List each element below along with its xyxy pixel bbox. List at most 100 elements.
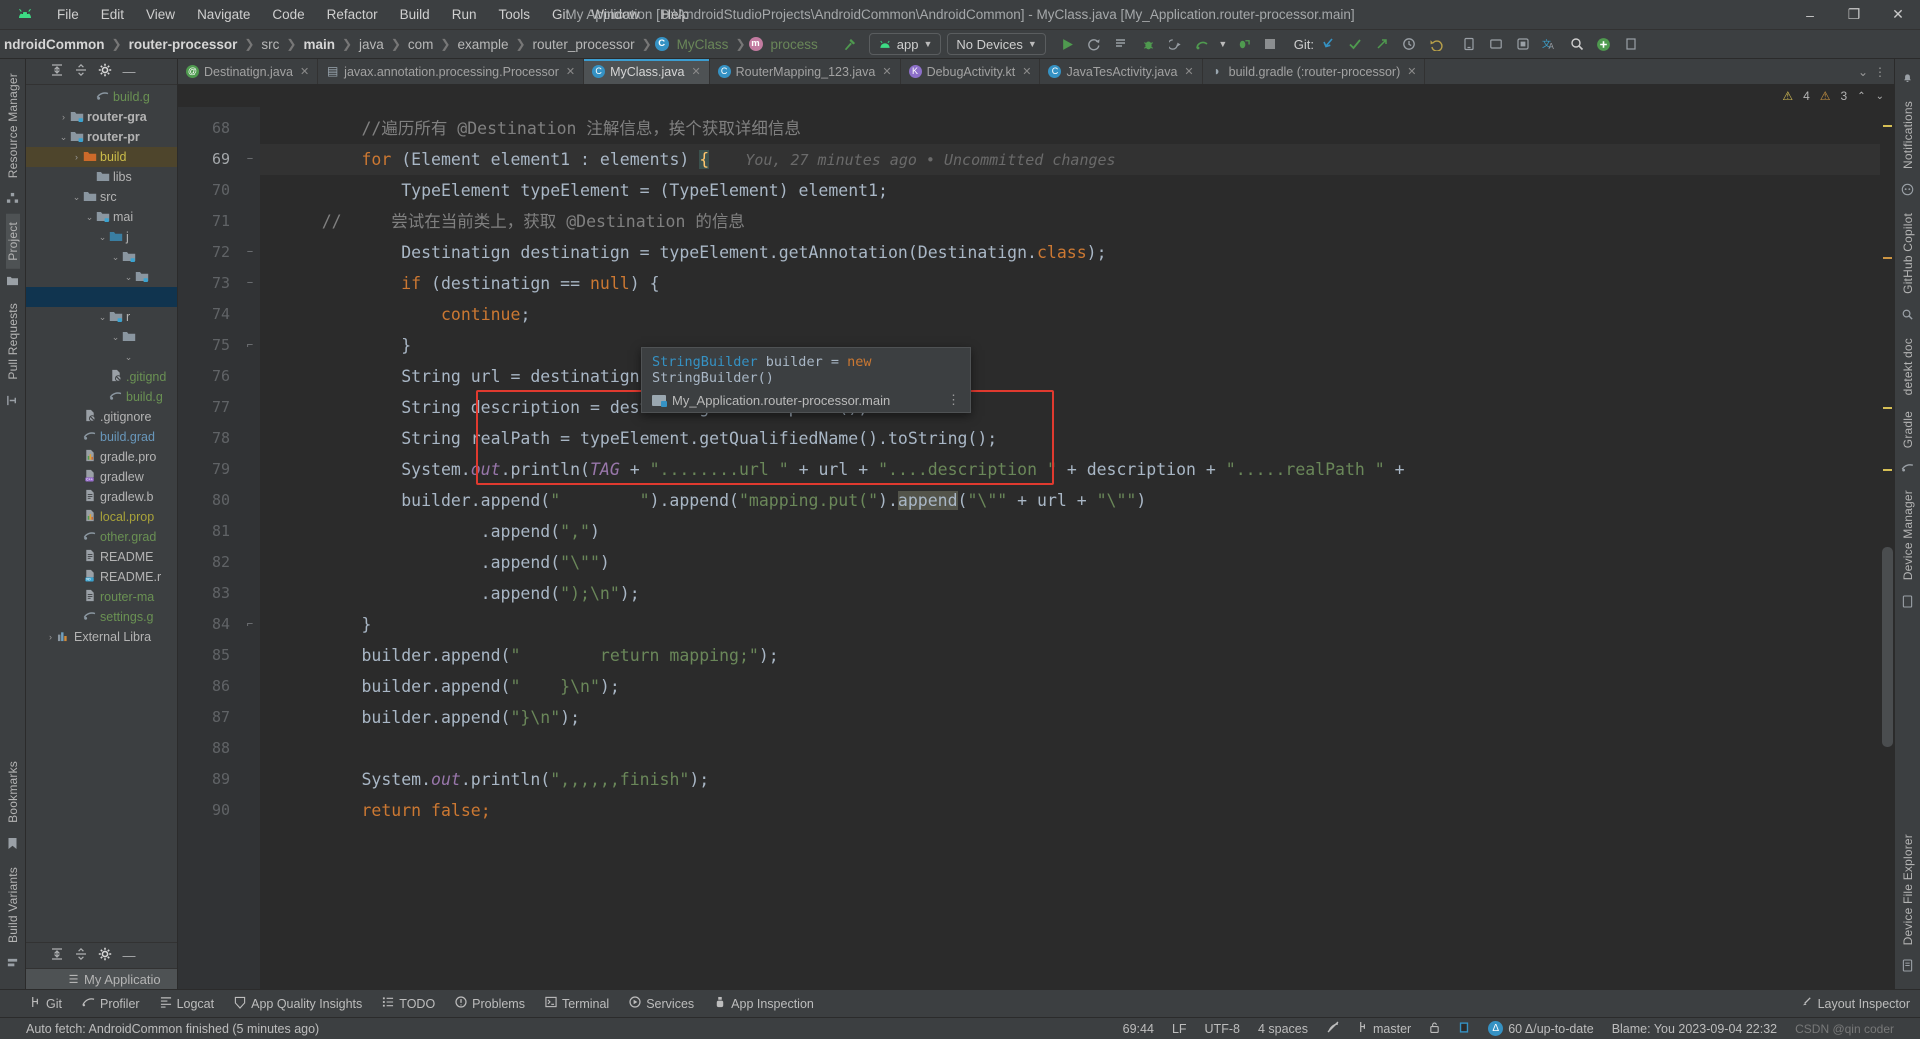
editor-tab-overflow[interactable]: ⌄ ⋮ <box>1850 59 1894 84</box>
bottom-item-logcat[interactable]: Logcat <box>150 990 225 1018</box>
run-with-coverage-button[interactable] <box>1108 32 1135 56</box>
detekt-icon[interactable] <box>1901 302 1914 330</box>
fold-gutter[interactable]: − − − ⌐ ⌐ <box>240 107 260 989</box>
project-toolbar[interactable]: — <box>26 59 177 85</box>
line-number[interactable]: 68 <box>178 113 240 144</box>
tree-node[interactable]: MD README.r <box>26 567 177 587</box>
history-icon[interactable] <box>1395 32 1422 56</box>
line-number[interactable]: 70 <box>178 175 240 206</box>
sidebar-item-notifications[interactable]: Notifications <box>1901 93 1915 177</box>
code-line[interactable]: return false; <box>260 795 1880 826</box>
line-number[interactable]: 71 <box>178 206 240 237</box>
code-line[interactable]: .append(",") <box>260 516 1880 547</box>
apply-changes-button[interactable] <box>1230 32 1257 56</box>
menu-tools[interactable]: Tools <box>487 4 541 25</box>
code-line[interactable]: // 尝试在当前类上，获取 @Destination 的信息 <box>260 206 1880 237</box>
breadcrumb-project[interactable]: ndroidCommon <box>0 36 109 53</box>
menu-edit[interactable]: Edit <box>90 4 135 25</box>
notifications-icon[interactable] <box>1901 65 1914 93</box>
bottom-item-terminal[interactable]: Terminal <box>535 990 619 1018</box>
fold-toggle-icon[interactable]: ⌐ <box>240 609 260 640</box>
code-line[interactable]: builder.append("}\n"); <box>260 702 1880 733</box>
rerun-button[interactable] <box>1081 32 1108 56</box>
line-number[interactable]: 80 <box>178 485 240 516</box>
code-line[interactable]: builder.append(" return mapping;"); <box>260 640 1880 671</box>
scrollbar-thumb[interactable] <box>1882 547 1893 747</box>
code-line[interactable]: continue; <box>260 299 1880 330</box>
sidebar-item-project[interactable]: Project <box>5 214 20 270</box>
chevron-down-icon[interactable]: ⌄ <box>84 212 95 223</box>
editor-tab[interactable]: C JavaTesActivity.java ✕ <box>1040 59 1203 84</box>
fold-toggle-icon[interactable]: − <box>240 144 260 175</box>
type-hint-tooltip[interactable]: StringBuilder builder = new StringBuilde… <box>641 347 971 413</box>
menu-refactor[interactable]: Refactor <box>316 4 389 25</box>
tree-node[interactable]: build.grad <box>26 427 177 447</box>
git-commit-button[interactable] <box>1341 32 1368 56</box>
build-hammer-icon[interactable] <box>836 32 863 56</box>
bottom-item-app-quality-insights[interactable]: App Quality Insights <box>224 990 372 1018</box>
copilot-icon[interactable] <box>1901 177 1914 205</box>
line-number[interactable]: 85 <box>178 640 240 671</box>
menu-help[interactable]: Help <box>650 4 700 25</box>
translate-icon[interactable]: 文A <box>1536 32 1563 56</box>
more-vertical-icon[interactable]: ⋮ <box>947 392 960 408</box>
run-button[interactable] <box>1054 32 1081 56</box>
tree-node[interactable]: ⌄ r <box>26 307 177 327</box>
line-number[interactable]: 72 <box>178 237 240 268</box>
scrollbar-warning-mark[interactable] <box>1883 257 1892 259</box>
scrollbar-warning-mark[interactable] <box>1883 407 1892 409</box>
code-line[interactable]: TypeElement typeElement = (TypeElement) … <box>260 175 1880 206</box>
menu-file[interactable]: File <box>46 4 90 25</box>
undo-icon[interactable] <box>1422 32 1449 56</box>
bottom-item-problems[interactable]: Problems <box>445 990 535 1018</box>
line-number[interactable]: 86 <box>178 671 240 702</box>
line-number[interactable]: 69 <box>178 144 240 175</box>
bottom-item-profiler[interactable]: Profiler <box>72 990 150 1018</box>
sidebar-item-resource-manager[interactable]: Resource Manager <box>6 65 20 186</box>
menu-navigate[interactable]: Navigate <box>186 4 261 25</box>
code-text[interactable]: //遍历所有 @Destination 注解信息，挨个获取详细信息 for (E… <box>260 107 1880 989</box>
tree-node[interactable]: README <box>26 547 177 567</box>
tree-node[interactable]: ⌄ <box>26 327 177 347</box>
tree-node[interactable]: › build <box>26 147 177 167</box>
debug-button[interactable] <box>1135 32 1162 56</box>
line-number[interactable]: 84 <box>178 609 240 640</box>
line-separator[interactable]: LF <box>1164 1022 1195 1036</box>
menu-run[interactable]: Run <box>441 4 488 25</box>
code-line[interactable]: builder.append(" }\n"); <box>260 671 1880 702</box>
tree-node[interactable]: libs <box>26 167 177 187</box>
collapse-all-icon[interactable] <box>70 63 92 80</box>
line-number[interactable]: 76 <box>178 361 240 392</box>
breadcrumb-example[interactable]: example <box>453 36 512 53</box>
fold-toggle-icon[interactable]: ⌐ <box>240 330 260 361</box>
gradle-sync-status[interactable]: Δ 60 Δ/up-to-date <box>1480 1021 1602 1036</box>
editor-tab[interactable]: ◗ build.gradle (:router-processor) ✕ <box>1203 59 1426 84</box>
indent-setting[interactable]: 4 spaces <box>1250 1022 1316 1036</box>
sidebar-item-detekt-doc[interactable]: detekt doc <box>1901 330 1915 403</box>
chevron-down-icon[interactable]: ⌄ <box>1876 91 1884 102</box>
editor-tab[interactable]: @ Destinatign.java ✕ <box>178 59 319 84</box>
bottom-tool-bar[interactable]: Git Profiler Logcat App Quality Insights… <box>0 989 1920 1017</box>
chevron-down-icon[interactable]: ⌄ <box>58 132 69 143</box>
breadcrumb-method[interactable]: m process <box>748 36 822 53</box>
profile-dropdown-icon[interactable]: ▼ <box>1216 32 1230 56</box>
code-line[interactable]: String description = destinatign.descrip… <box>260 392 1880 423</box>
close-icon[interactable]: ✕ <box>566 65 575 78</box>
tooltip-module-row[interactable]: My_Application.router-processor.main ⋮ <box>652 392 960 408</box>
chevron-right-icon[interactable]: › <box>71 152 82 162</box>
device-file-explorer-icon[interactable] <box>1902 953 1913 981</box>
tree-node[interactable]: other.grad <box>26 527 177 547</box>
device-manager-icon[interactable] <box>1455 32 1482 56</box>
editor-tab[interactable]: K DebugActivity.kt ✕ <box>901 59 1041 84</box>
tree-node[interactable]: › router-gra <box>26 107 177 127</box>
main-menu[interactable]: File Edit View Navigate Code Refactor Bu… <box>46 4 700 25</box>
breadcrumb-main[interactable]: main <box>299 36 339 53</box>
project-icon[interactable] <box>6 269 19 295</box>
scrollbar-warning-mark[interactable] <box>1883 125 1892 127</box>
editor-scrollbar[interactable] <box>1880 107 1894 989</box>
editor-tab[interactable]: C MyClass.java ✕ <box>584 59 710 84</box>
tree-node[interactable]: ⌄ router-pr <box>26 127 177 147</box>
chevron-right-icon[interactable]: › <box>58 112 69 122</box>
close-icon[interactable]: ✕ <box>300 65 309 78</box>
chevron-down-icon[interactable]: ⌄ <box>110 332 121 343</box>
